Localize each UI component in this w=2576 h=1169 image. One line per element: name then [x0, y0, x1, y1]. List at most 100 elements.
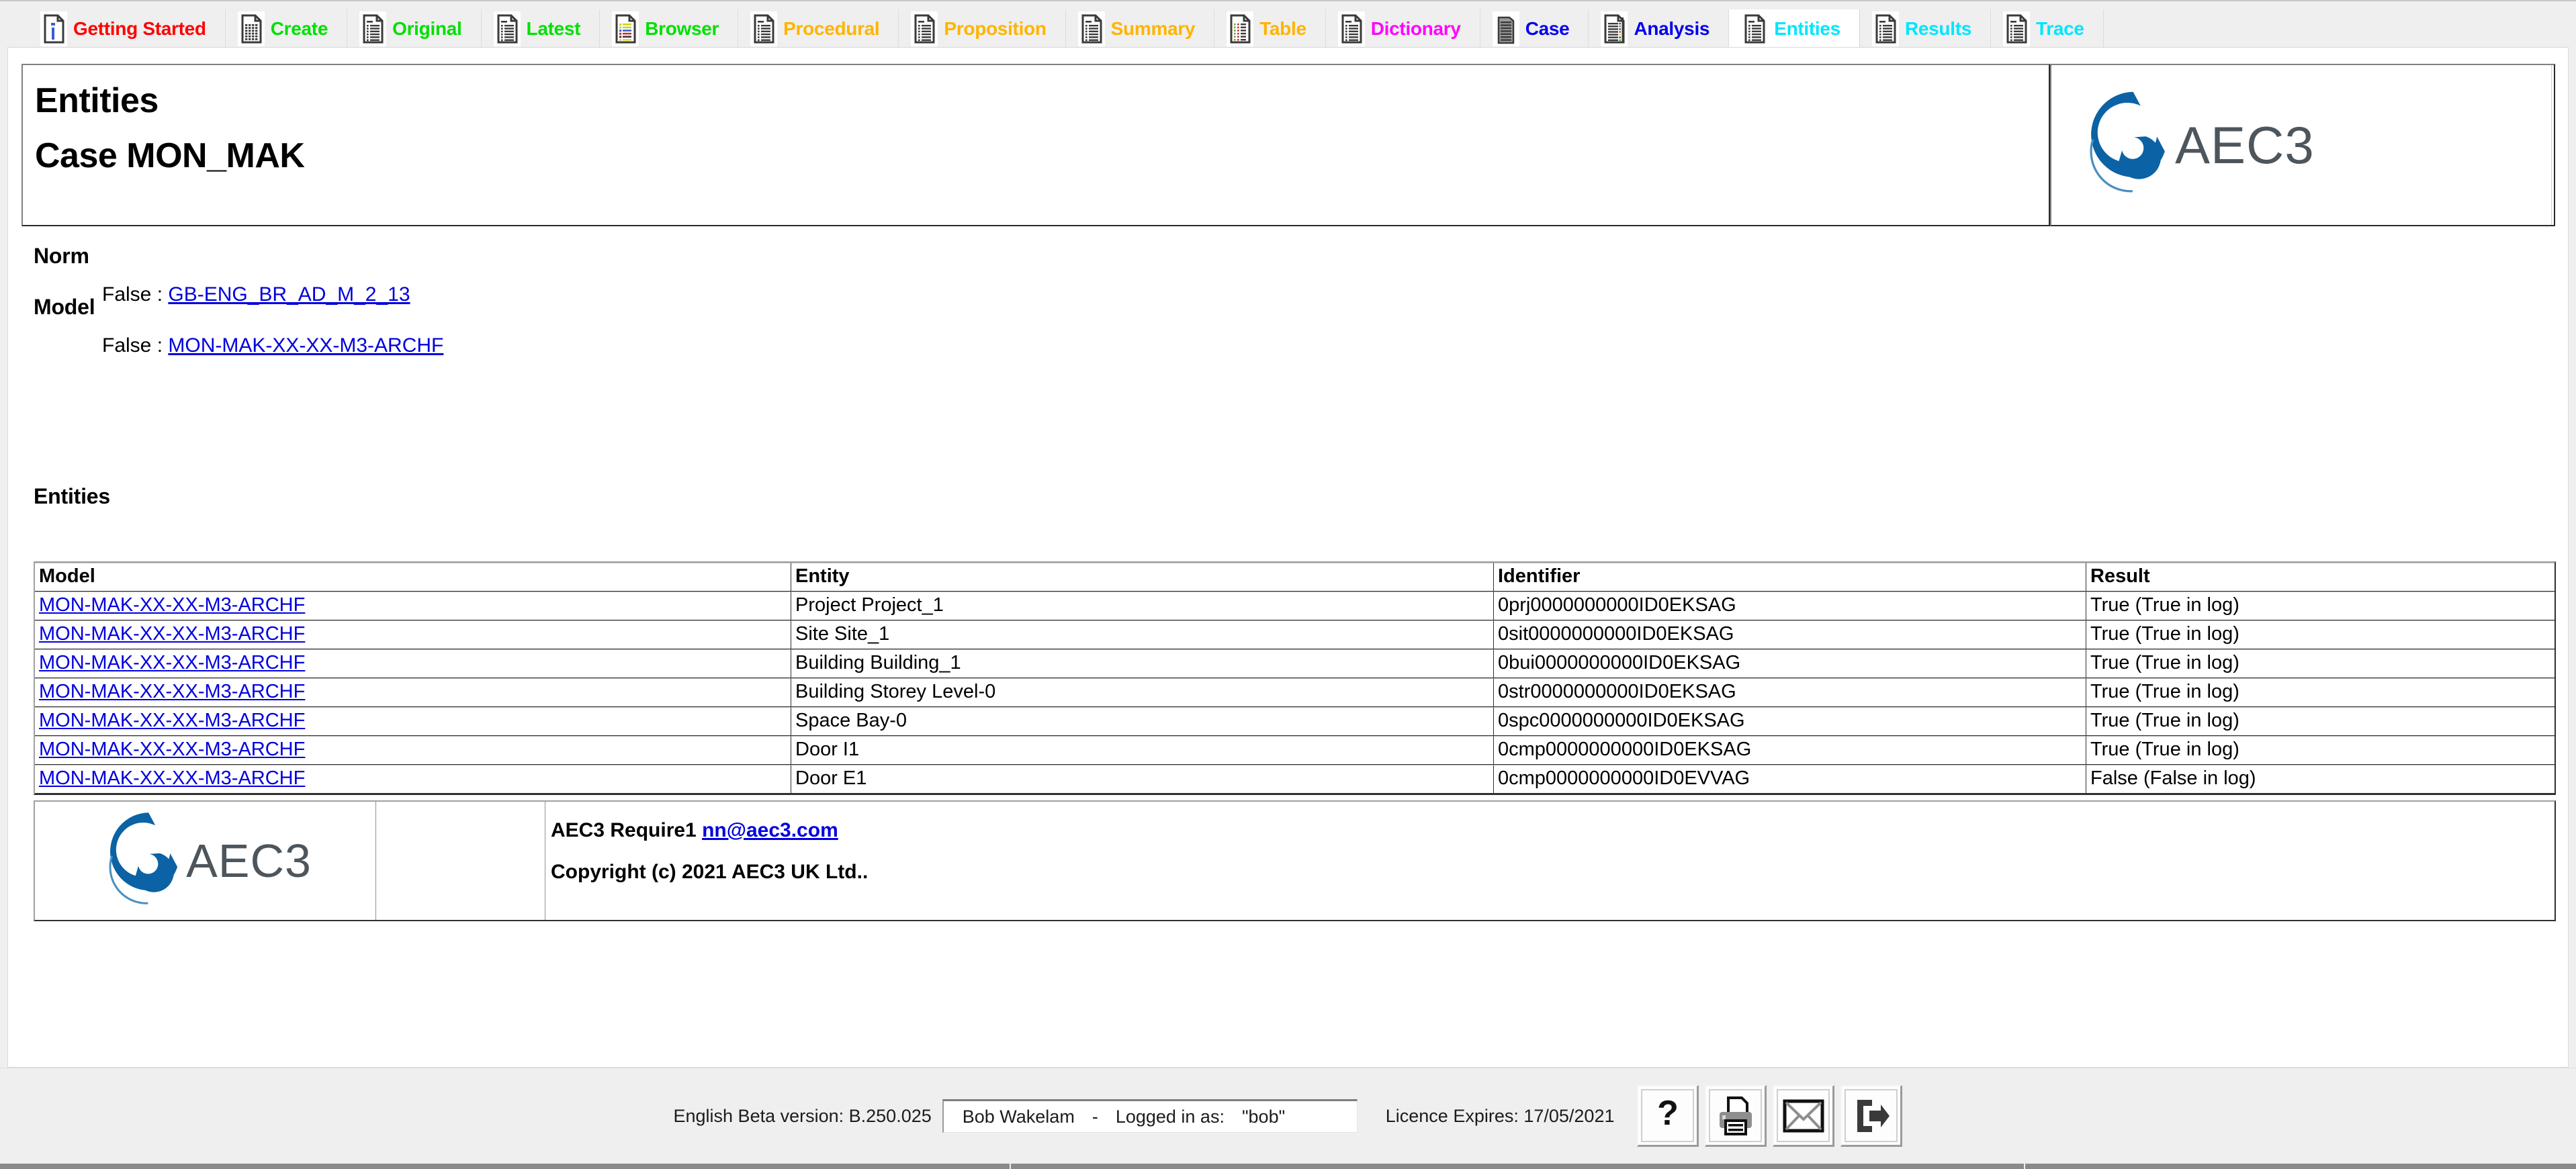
cell-entity: Door I1 — [791, 736, 1494, 765]
norm-heading: Norm — [34, 244, 89, 268]
tab-table[interactable]: Table — [1214, 9, 1326, 48]
cell-identifier: 0spc0000000000ID0EKSAG — [1494, 707, 2086, 736]
footer-logo-cell: AEC3 — [35, 802, 376, 920]
tab-label: Procedural — [783, 18, 880, 39]
user-separator: - — [1092, 1106, 1098, 1127]
tab-label: Case — [1525, 18, 1570, 39]
bottom-bar-segment — [1011, 1164, 2025, 1169]
table-row: MON-MAK-XX-XX-M3-ARCHF Building Storey Le… — [35, 678, 2555, 707]
aec3-logo-text: AEC3 — [2175, 115, 2315, 175]
envelope-glyph — [1783, 1099, 1824, 1132]
lines-document-icon — [911, 11, 938, 46]
tab-entities[interactable]: Entities — [1729, 9, 1860, 48]
lines-document-icon — [2003, 11, 2030, 46]
tab-label: Create — [270, 18, 328, 39]
footer-text-cell: AEC3 Require1 nn@aec3.com Copyright (c) … — [545, 802, 2555, 920]
tab-case[interactable]: Case — [1480, 9, 1589, 48]
tab-create[interactable]: Create — [225, 9, 348, 48]
footer-product-line: AEC3 Require1 nn@aec3.com — [551, 819, 2555, 842]
tab-label: Trace — [2036, 18, 2084, 39]
lines-document-icon — [1077, 11, 1105, 46]
user-name: Bob Wakelam — [962, 1106, 1075, 1127]
footer-email-link[interactable]: nn@aec3.com — [702, 819, 838, 841]
cell-entity: Door E1 — [791, 765, 1494, 794]
entities-table: Model Entity Identifier Result MON-MAK-X… — [34, 561, 2556, 795]
grid-document-icon — [237, 11, 265, 46]
tab-getting-started[interactable]: Getting Started — [28, 9, 226, 48]
exit-arrow-icon — [1845, 1089, 1898, 1142]
tab-label: Summary — [1110, 18, 1196, 39]
user-session-field[interactable]: Bob Wakelam - Logged in as: "bob" — [942, 1099, 1358, 1133]
lines-document-icon — [1741, 11, 1769, 46]
version-label: English Beta version: B.250.025 — [673, 1105, 932, 1126]
entities-heading: Entities — [34, 484, 110, 508]
model-link[interactable]: MON-MAK-XX-XX-M3-ARCHF — [39, 594, 305, 616]
model-link[interactable]: MON-MAK-XX-XX-M3-ARCHF — [168, 334, 443, 357]
aec3-logo-footer: AEC3 — [99, 809, 312, 913]
status-bar: English Beta version: B.250.025 Bob Wake… — [0, 1068, 2576, 1169]
page-title: Entities — [35, 81, 159, 120]
cell-entity: Space Bay-0 — [791, 707, 1494, 736]
status-bar-inner: English Beta version: B.250.025 Bob Wake… — [0, 1068, 2576, 1164]
cell-result: True (True in log) — [2086, 707, 2555, 736]
cell-entity: Project Project_1 — [791, 592, 1494, 620]
window-bottom-bar — [0, 1164, 2576, 1169]
tab-label: Table — [1259, 18, 1306, 39]
column-header-identifier[interactable]: Identifier — [1494, 563, 2086, 592]
colored-list-document-icon — [612, 11, 639, 46]
model-link[interactable]: MON-MAK-XX-XX-M3-ARCHF — [39, 652, 305, 673]
tab-latest[interactable]: Latest — [481, 9, 601, 48]
lines-document-icon — [1871, 11, 1899, 46]
footer-spacer-cell — [376, 802, 545, 920]
cell-entity: Building Storey Level-0 — [791, 678, 1494, 707]
question-mark-glyph: ? — [1657, 1094, 1679, 1133]
licence-expiry-label: Licence Expires: 17/05/2021 — [1385, 1105, 1615, 1126]
logout-button[interactable] — [1840, 1085, 1903, 1147]
info-document-icon — [40, 11, 67, 46]
bottom-bar-segment — [2025, 1164, 2576, 1169]
column-header-result[interactable]: Result — [2086, 563, 2555, 592]
entities-table-wrap: Model Entity Identifier Result MON-MAK-X… — [34, 561, 2556, 795]
email-button[interactable] — [1773, 1085, 1835, 1147]
table-header-row: Model Entity Identifier Result — [35, 563, 2555, 592]
table-row: MON-MAK-XX-XX-M3-ARCHF Project Project_1 0… — [35, 592, 2555, 620]
tab-original[interactable]: Original — [347, 9, 482, 48]
tab-results[interactable]: Results — [1859, 9, 1991, 48]
tab-browser[interactable]: Browser — [600, 9, 739, 48]
building-icon — [1492, 11, 1519, 46]
tab-analysis[interactable]: Analysis — [1589, 9, 1730, 48]
svg-text:?: ? — [1657, 1094, 1679, 1133]
envelope-icon — [1777, 1089, 1830, 1142]
tab-trace[interactable]: Trace — [1991, 9, 2104, 48]
model-link[interactable]: MON-MAK-XX-XX-M3-ARCHF — [39, 739, 305, 760]
model-link[interactable]: MON-MAK-XX-XX-M3-ARCHF — [39, 681, 305, 702]
model-link[interactable]: MON-MAK-XX-XX-M3-ARCHF — [39, 710, 305, 731]
table-row: MON-MAK-XX-XX-M3-ARCHF Site Site_1 0sit000… — [35, 620, 2555, 649]
table-row: MON-MAK-XX-XX-M3-ARCHF Building Building_… — [35, 649, 2555, 678]
tab-label: Original — [392, 18, 462, 39]
cell-model: MON-MAK-XX-XX-M3-ARCHF — [35, 678, 791, 707]
cell-model: MON-MAK-XX-XX-M3-ARCHF — [35, 592, 791, 620]
case-title: Case MON_MAK — [35, 136, 305, 175]
tab-proposition[interactable]: Proposition — [899, 9, 1066, 48]
tab-label: Browser — [645, 18, 719, 39]
lines-document-icon — [493, 11, 521, 46]
column-header-entity[interactable]: Entity — [791, 563, 1494, 592]
entities-table-body: MON-MAK-XX-XX-M3-ARCHF Project Project_1 0… — [35, 592, 2555, 794]
model-link[interactable]: MON-MAK-XX-XX-M3-ARCHF — [39, 623, 305, 645]
tab-label: Dictionary — [1370, 18, 1461, 39]
model-section: Model False : MON-MAK-XX-XX-M3-ARCHF — [34, 295, 443, 377]
help-button[interactable]: ? — [1637, 1085, 1699, 1147]
tab-dictionary[interactable]: Dictionary — [1325, 9, 1480, 48]
header-logo-cell: AEC3 — [2050, 64, 2555, 226]
model-heading: Model — [34, 295, 95, 319]
exit-arrow-glyph — [1857, 1099, 1890, 1132]
tab-procedural[interactable]: Procedural — [738, 9, 899, 48]
model-link[interactable]: MON-MAK-XX-XX-M3-ARCHF — [39, 767, 305, 789]
print-button[interactable] — [1705, 1085, 1767, 1147]
column-header-model[interactable]: Model — [35, 563, 791, 592]
footer-copyright: Copyright (c) 2021 AEC3 UK Ltd.. — [551, 861, 869, 883]
tab-summary[interactable]: Summary — [1065, 9, 1215, 48]
cell-model: MON-MAK-XX-XX-M3-ARCHF — [35, 620, 791, 649]
dotted-table-document-icon — [1227, 11, 1254, 46]
